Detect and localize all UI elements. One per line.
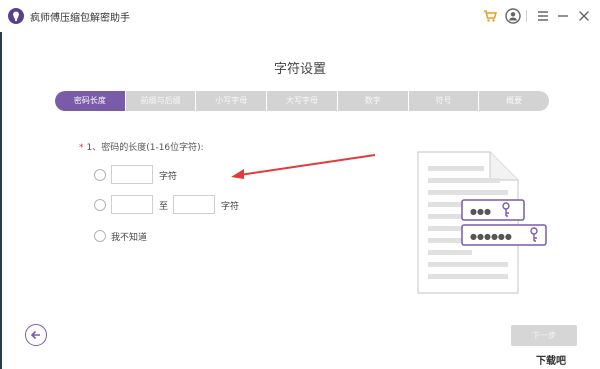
window-edge	[0, 0, 2, 369]
range-unit: 字符	[221, 202, 240, 212]
range-max-input[interactable]	[173, 195, 215, 214]
step-tabs: 密码长度 前缀与后缀 小写字母 大写字母 数字 符号 概要	[55, 91, 549, 111]
cart-icon[interactable]	[482, 8, 498, 24]
menu-icon[interactable]	[535, 8, 551, 24]
back-button[interactable]	[25, 324, 47, 346]
user-icon[interactable]	[505, 8, 521, 24]
title-bar: 疯师傅压缩包解密助手	[0, 0, 600, 32]
step-lowercase[interactable]: 小写字母	[196, 91, 268, 111]
step-prefix-suffix[interactable]: 前缀与后缀	[126, 91, 197, 111]
annotation-arrow	[231, 154, 376, 179]
app-logo-icon	[8, 8, 24, 24]
required-mark: *	[79, 143, 84, 153]
password-dots-long: ●●●●●●	[470, 232, 512, 241]
exact-length-input[interactable]	[111, 165, 153, 184]
watermark: 下载吧	[536, 356, 566, 367]
password-dots-short: ●●●	[470, 207, 491, 216]
app-title: 疯师傅压缩包解密助手	[30, 13, 130, 24]
exact-length-unit: 字符	[159, 172, 178, 182]
step-password-length[interactable]: 密码长度	[55, 91, 126, 111]
question-label: * 1、密码的长度(1-16位字符):	[79, 140, 204, 153]
step-summary[interactable]: 概要	[479, 91, 549, 111]
radio-exact-length[interactable]	[94, 169, 106, 181]
radio-unknown[interactable]	[94, 230, 106, 242]
question-text: 1、密码的长度(1-16位字符):	[86, 143, 204, 153]
step-digits[interactable]: 数字	[338, 91, 409, 111]
step-uppercase[interactable]: 大写字母	[267, 91, 338, 111]
range-min-input[interactable]	[111, 195, 153, 214]
step-symbols[interactable]: 符号	[409, 91, 480, 111]
next-button[interactable]: 下一步	[511, 325, 577, 346]
minimize-icon[interactable]	[555, 8, 571, 24]
radio-length-range[interactable]	[94, 199, 106, 211]
range-to-label: 至	[159, 202, 169, 212]
document-illustration: ●●● ●●●●●●	[417, 151, 547, 294]
unknown-label: 我不知道	[111, 233, 148, 243]
titlebar-divider	[526, 10, 527, 22]
close-icon[interactable]	[576, 8, 592, 24]
dialog-title: 字符设置	[273, 62, 326, 77]
